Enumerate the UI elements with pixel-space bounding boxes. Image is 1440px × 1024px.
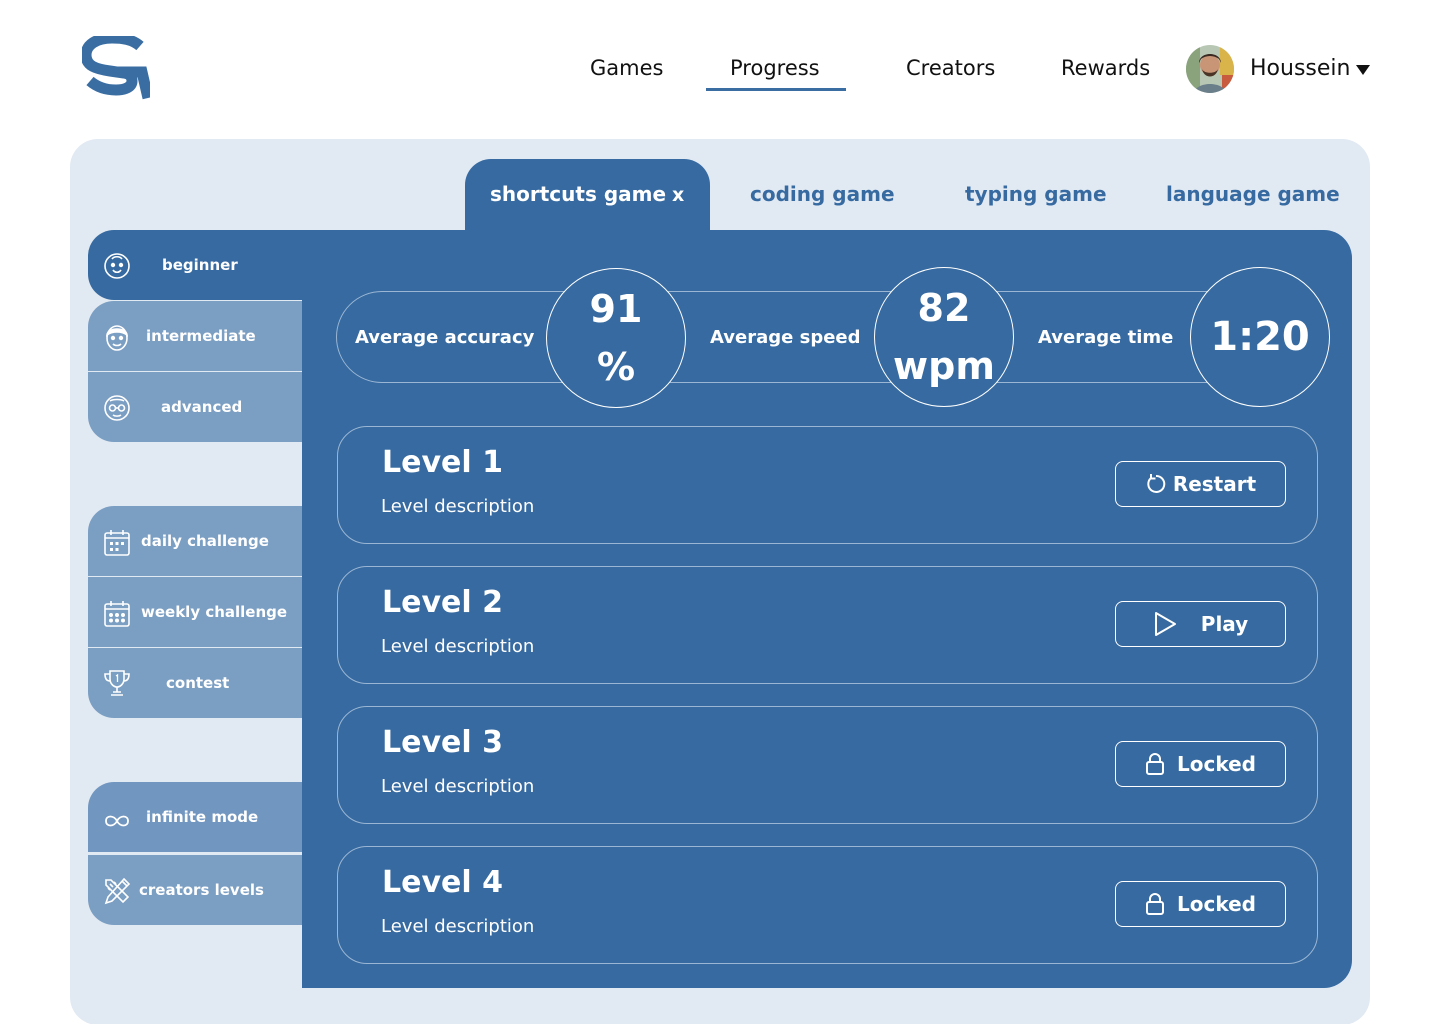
design-tools-icon [104,877,131,905]
play-button-label: Play [1200,612,1249,636]
locked-button-label: Locked [1177,752,1256,776]
sidebar-item-infinite-mode-label: infinite mode [146,808,259,826]
nav-progress[interactable]: Progress [730,56,820,80]
sidebar-item-beginner-label: beginner [162,256,238,274]
lock-icon [1146,753,1164,775]
level-title: Level 2 [382,585,503,620]
accuracy-unit: % [596,345,636,389]
calendar-week-icon [104,601,130,627]
sidebar-item-intermediate[interactable]: intermediate [88,301,302,371]
lock-icon [1146,893,1164,915]
level-card: Level 4 Level description Locked [337,846,1318,964]
level-card: Level 2 Level description Play [337,566,1318,684]
old-face-glasses-icon [104,395,130,421]
accuracy-value: 91 [589,287,643,331]
level-title: Level 1 [382,445,503,480]
trophy-icon [104,670,130,696]
app-logo[interactable] [82,36,150,100]
user-name[interactable]: Houssein [1250,56,1350,81]
locked-button[interactable]: Locked [1115,741,1286,787]
restart-icon [1147,474,1166,493]
close-tab-button[interactable]: x [672,184,684,206]
level-description: Level description [381,916,535,937]
sidebar-item-beginner[interactable]: beginner [88,230,302,300]
restart-button[interactable]: Restart [1115,461,1286,507]
level-card: Level 1 Level description Restart [337,426,1318,544]
nav-active-indicator [706,88,846,91]
sidebar-item-infinite-mode[interactable]: infinite mode [88,782,302,852]
tab-language-game[interactable]: language game [1166,182,1340,206]
play-icon [1154,612,1176,636]
sidebar-item-daily-challenge[interactable]: daily challenge [88,506,302,576]
caret-down-icon[interactable] [1356,65,1370,75]
level-card: Level 3 Level description Locked [337,706,1318,824]
tab-shortcuts-game-label[interactable]: shortcuts game [490,182,666,206]
locked-button[interactable]: Locked [1115,881,1286,927]
level-description: Level description [381,776,535,797]
level-title: Level 4 [382,865,503,900]
sidebar-item-weekly-challenge-label: weekly challenge [141,603,288,621]
accuracy-badge: 91 % [546,268,686,408]
user-avatar[interactable] [1186,45,1234,93]
play-button[interactable]: Play [1115,601,1286,647]
baby-face-icon [104,253,130,279]
nav-games[interactable]: Games [590,56,663,80]
restart-button-label: Restart [1172,472,1257,496]
level-title: Level 3 [382,725,503,760]
sidebar-item-advanced[interactable]: advanced [88,372,302,442]
sidebar-item-contest[interactable]: contest [88,648,302,718]
locked-button-label: Locked [1177,892,1256,916]
sidebar-item-weekly-challenge[interactable]: weekly challenge [88,577,302,647]
sidebar-item-intermediate-label: intermediate [146,327,256,345]
sidebar-item-contest-label: contest [166,674,230,692]
sidebar-item-daily-challenge-label: daily challenge [141,532,269,550]
sidebar-item-creators-levels-label: creators levels [139,881,264,899]
sidebar-item-advanced-label: advanced [161,398,243,416]
nav-creators[interactable]: Creators [906,56,995,80]
time-label: Average time [1038,327,1174,348]
time-value: 1:20 [1210,314,1310,360]
speed-value: 82 [917,286,971,330]
level-description: Level description [381,636,535,657]
time-badge: 1:20 [1190,267,1330,407]
tab-typing-game[interactable]: typing game [965,182,1107,206]
man-face-icon [105,325,129,351]
speed-unit: wpm [893,344,995,388]
speed-badge: 82 wpm [874,267,1014,407]
tab-coding-game[interactable]: coding game [750,182,895,206]
nav-rewards[interactable]: Rewards [1061,56,1150,80]
sidebar-item-creators-levels[interactable]: creators levels [88,855,302,925]
accuracy-label: Average accuracy [355,327,535,348]
infinity-icon [105,815,129,827]
calendar-day-icon [104,530,130,556]
speed-label: Average speed [710,327,861,348]
level-description: Level description [381,496,535,517]
